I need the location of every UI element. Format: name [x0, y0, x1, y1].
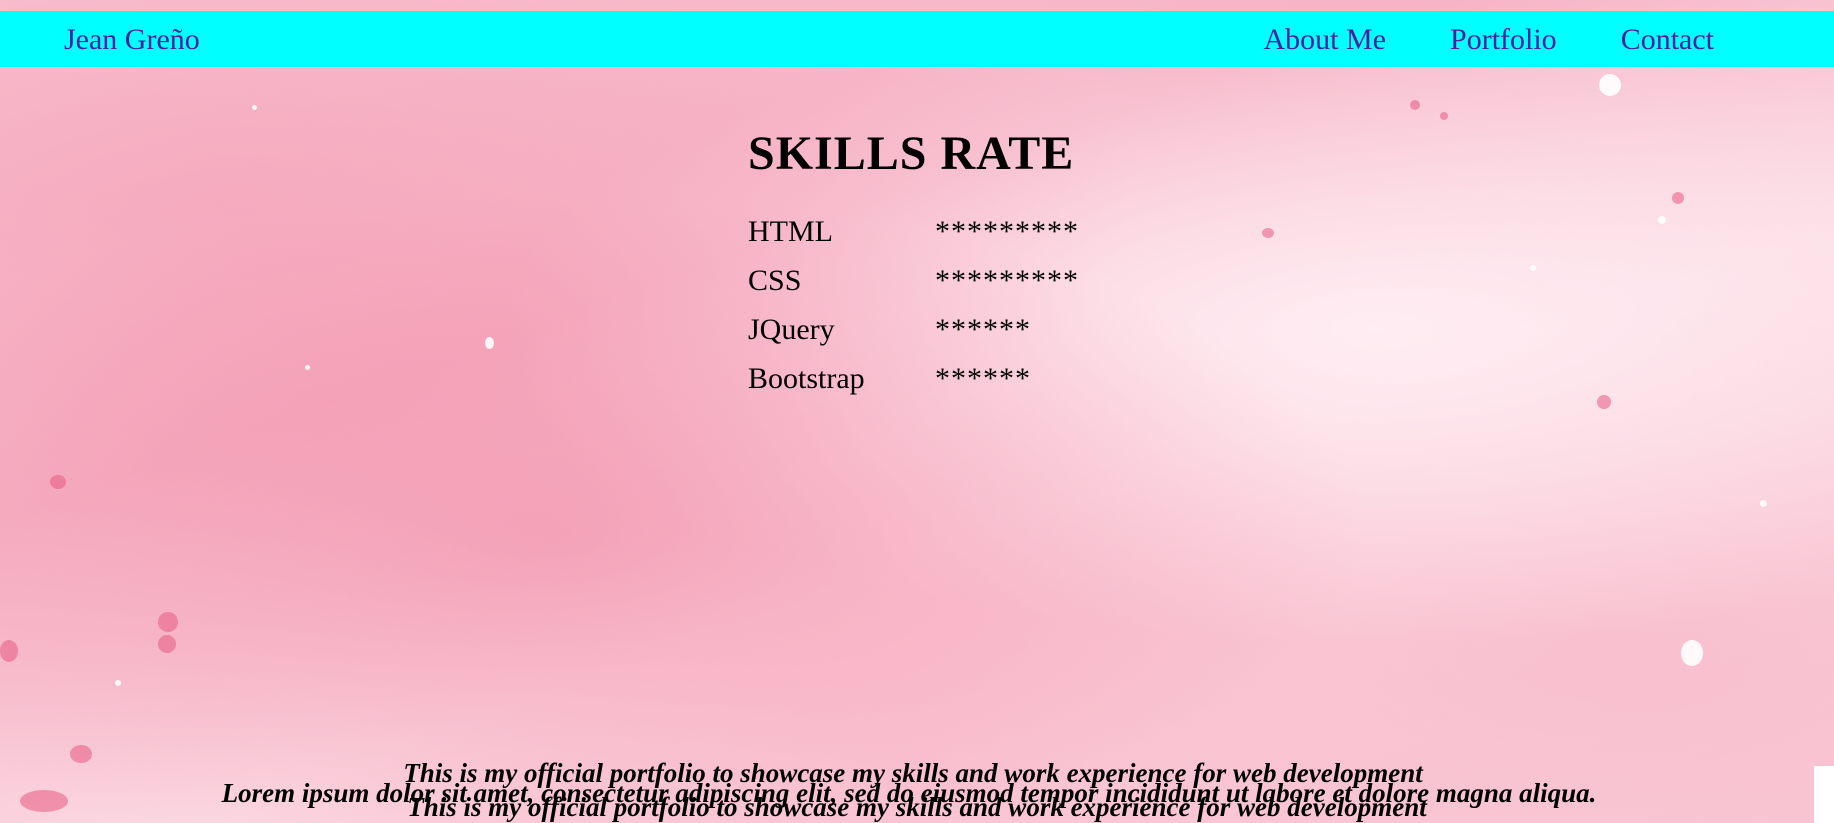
skill-name: HTML [748, 214, 833, 248]
skill-name: JQuery [748, 312, 835, 346]
nav-contact-link[interactable]: Contact [1621, 23, 1714, 57]
skill-name: CSS [748, 263, 802, 297]
top-navbar: Jean Greño About Me Portfolio Contact [0, 11, 1834, 67]
skill-rating: ********* [935, 214, 1079, 248]
skill-row-css: CSS ********* [748, 256, 1079, 305]
skills-section: SKILLS RATE HTML ********* CSS *********… [748, 126, 1079, 403]
nav-links: About Me Portfolio Contact [1264, 23, 1714, 57]
skill-name: Bootstrap [748, 361, 865, 395]
skill-row-jquery: JQuery ****** [748, 305, 1079, 354]
skill-rating: ****** [935, 312, 1031, 346]
skill-row-bootstrap: Bootstrap ****** [748, 354, 1079, 403]
nav-portfolio-link[interactable]: Portfolio [1450, 23, 1557, 57]
skills-title: SKILLS RATE [748, 127, 1075, 180]
nav-about-me-link[interactable]: About Me [1264, 23, 1387, 57]
brand-link[interactable]: Jean Greño [64, 23, 200, 57]
page-edge-gap [1814, 766, 1834, 823]
footer-lorem-text: Lorem ipsum dolor sit amet, consectetur … [221, 778, 1597, 808]
skill-rating: ****** [935, 361, 1031, 395]
skill-rating: ********* [935, 263, 1079, 297]
skill-row-html: HTML ********* [748, 207, 1079, 256]
